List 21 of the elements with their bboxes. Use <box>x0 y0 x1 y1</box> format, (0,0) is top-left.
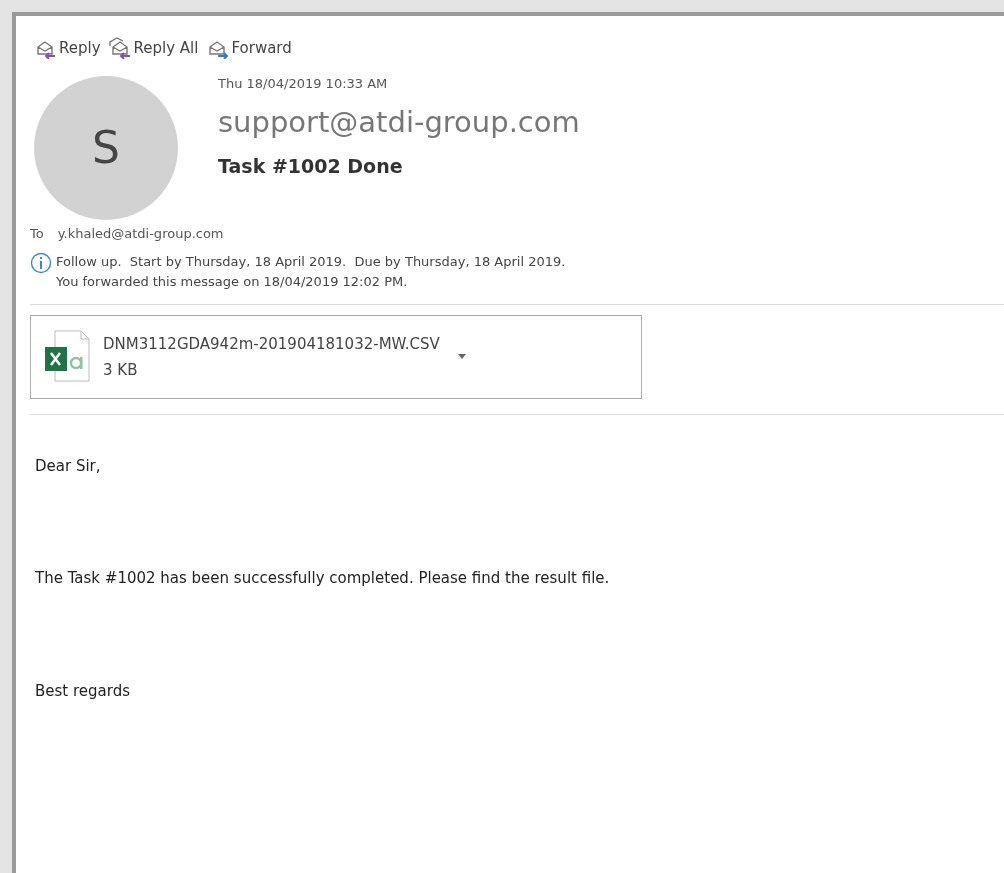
reply-button[interactable]: Reply All <box>108 34 199 62</box>
message-paragraph: Best regards <box>35 680 131 702</box>
info-line: You forwarded this message on 18/04/2019 12:02 PM. <box>56 272 409 291</box>
to-label: To <box>30 225 44 243</box>
forward-button[interactable]: Forward <box>206 34 292 62</box>
dropdown-caret-icon[interactable] <box>457 354 466 359</box>
info-icon <box>30 251 52 274</box>
attachment-name: DNM3112GDA942m-201904181032-MW.CSV <box>103 333 440 355</box>
subject-text: Task #1002 Done <box>218 154 404 179</box>
message-paragraph: Dear Sir, <box>35 455 102 477</box>
info-line: Follow up. Start by Thursday, 18 April 2019. Due by Thursday, 18 April 2019. <box>56 252 566 271</box>
sender-address: support@atdi-group.com <box>218 104 580 141</box>
reply-button[interactable]: Reply <box>34 34 101 62</box>
avatar: S <box>34 76 178 220</box>
recipient-address: y.khaled@atdi-group.com <box>57 225 224 243</box>
date-text: Thu 18/04/2019 10:33 AM <box>218 76 389 92</box>
attachment-card[interactable]: DNM3112GDA942m-201904181032-MW.CSV 3 KB <box>30 314 642 399</box>
attachment-size: 3 KB <box>103 359 139 381</box>
spreadsheet-file-icon <box>43 328 91 385</box>
message-paragraph: The Task #1002 has been successfully completed. Please find the result file. <box>35 568 611 589</box>
envelope-arrow-left-icon <box>108 37 133 59</box>
